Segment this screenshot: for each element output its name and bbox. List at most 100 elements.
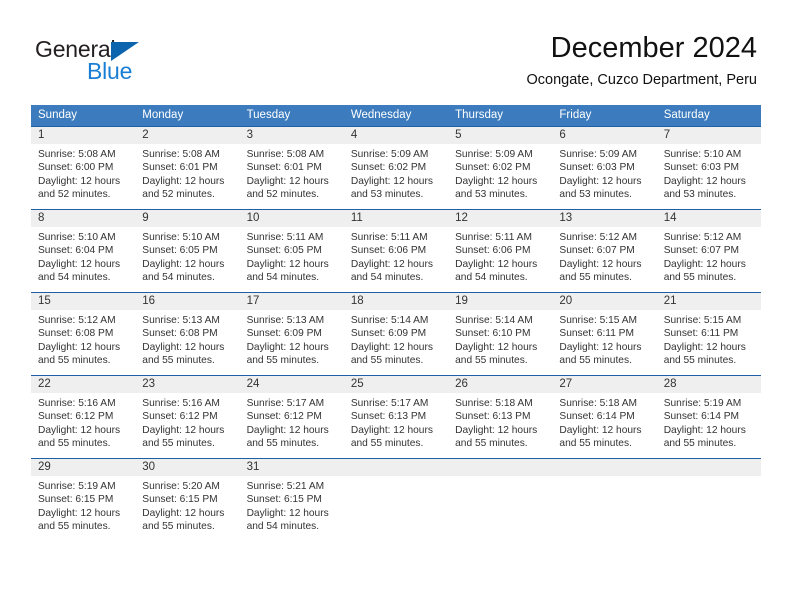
sunrise-text: Sunrise: 5:17 AM xyxy=(246,398,325,409)
calendar-day-cell[interactable]: 17 Sunrise: 5:13 AM Sunset: 6:09 PM Dayligh… xyxy=(239,292,344,376)
day-number: 27 xyxy=(552,376,657,393)
calendar-cell-inner: 9 Sunrise: 5:10 AM Sunset: 6:05 PM Daylight… xyxy=(135,210,240,292)
daylight-text: Daylight: 12 hours and 55 minutes. xyxy=(663,341,746,367)
day-number: 30 xyxy=(135,459,240,476)
day-number: 15 xyxy=(31,293,136,310)
calendar-day-cell[interactable]: 27 Sunrise: 5:18 AM Sunset: 6:14 PM Dayligh… xyxy=(552,375,657,459)
day-number: 22 xyxy=(31,376,136,393)
day-details: Sunrise: 5:10 AM Sunset: 6:04 PM Daylight:… xyxy=(31,227,135,285)
day-details: Sunrise: 5:09 AM Sunset: 6:02 PM Daylight:… xyxy=(448,144,552,202)
calendar-day-cell[interactable]: 20 Sunrise: 5:15 AM Sunset: 6:11 PM Dayligh… xyxy=(552,292,657,376)
day-number: 28 xyxy=(656,376,761,393)
sunset-text: Sunset: 6:14 PM xyxy=(663,411,740,423)
calendar-day-cell[interactable]: 6 Sunrise: 5:09 AM Sunset: 6:03 PM Daylight… xyxy=(552,126,657,210)
calendar-cell-inner: 7 Sunrise: 5:10 AM Sunset: 6:03 PM Daylight… xyxy=(656,127,761,209)
calendar-day-cell[interactable]: 25 Sunrise: 5:17 AM Sunset: 6:13 PM Dayligh… xyxy=(343,375,449,459)
calendar-cell-inner: 26 Sunrise: 5:18 AM Sunset: 6:13 PM Dayligh… xyxy=(448,376,553,458)
sunrise-text: Sunrise: 5:11 AM xyxy=(455,232,532,243)
day-details: Sunrise: 5:17 AM Sunset: 6:13 PM Daylight:… xyxy=(344,393,448,451)
calendar-day-cell[interactable]: 22 Sunrise: 5:16 AM Sunset: 6:12 PM Dayligh… xyxy=(31,375,136,459)
calendar-day-cell[interactable]: 16 Sunrise: 5:13 AM Sunset: 6:08 PM Dayligh… xyxy=(135,292,240,376)
sunset-text: Sunset: 6:10 PM xyxy=(455,328,531,340)
sunrise-text: Sunrise: 5:17 AM xyxy=(350,398,429,409)
calendar-day-cell[interactable]: 13 Sunrise: 5:12 AM Sunset: 6:07 PM Dayligh… xyxy=(552,209,657,293)
calendar-day-cell[interactable]: 18 Sunrise: 5:14 AM Sunset: 6:09 PM Dayligh… xyxy=(343,292,449,376)
daylight-text: Daylight: 12 hours and 55 minutes. xyxy=(350,424,433,450)
day-number: 31 xyxy=(239,459,344,476)
daylight-text: Daylight: 12 hours and 54 minutes. xyxy=(142,258,225,284)
sunrise-text: Sunrise: 5:09 AM xyxy=(455,149,533,160)
daylight-text: Daylight: 12 hours and 55 minutes. xyxy=(559,341,642,367)
day-details: Sunrise: 5:08 AM Sunset: 6:01 PM Daylight:… xyxy=(240,144,344,202)
daylight-text: Daylight: 12 hours and 54 minutes. xyxy=(350,258,433,284)
calendar-day-cell[interactable]: 10 Sunrise: 5:11 AM Sunset: 6:05 PM Dayligh… xyxy=(239,209,344,293)
weekday-header-wednesday: Wednesday xyxy=(343,105,449,127)
calendar-cell-inner xyxy=(343,459,449,541)
calendar-day-cell[interactable]: 26 Sunrise: 5:18 AM Sunset: 6:13 PM Dayligh… xyxy=(448,375,553,459)
day-number: 9 xyxy=(135,210,240,227)
page-header: General Blue December 2024 Ocongate, Cuz… xyxy=(0,0,792,100)
day-details: Sunrise: 5:10 AM Sunset: 6:03 PM Daylight:… xyxy=(657,144,761,202)
daylight-text: Daylight: 12 hours and 54 minutes. xyxy=(246,258,329,284)
day-number: 29 xyxy=(31,459,136,476)
calendar-day-cell[interactable]: 14 Sunrise: 5:12 AM Sunset: 6:07 PM Dayligh… xyxy=(656,209,761,293)
calendar-day-cell[interactable]: 4 Sunrise: 5:09 AM Sunset: 6:02 PM Daylight… xyxy=(343,126,449,210)
calendar-day-cell[interactable]: 30 Sunrise: 5:20 AM Sunset: 6:15 PM Dayligh… xyxy=(135,458,240,541)
calendar-day-cell[interactable]: 29 Sunrise: 5:19 AM Sunset: 6:15 PM Dayligh… xyxy=(31,458,136,541)
day-details: Sunrise: 5:09 AM Sunset: 6:02 PM Daylight:… xyxy=(344,144,448,202)
sunset-text: Sunset: 6:09 PM xyxy=(246,328,322,340)
weekday-header-tuesday: Tuesday xyxy=(239,105,344,127)
day-details: Sunrise: 5:18 AM Sunset: 6:14 PM Daylight:… xyxy=(552,393,656,451)
daylight-text: Daylight: 12 hours and 54 minutes. xyxy=(38,258,121,284)
day-number: 5 xyxy=(448,127,553,144)
weekday-header-monday: Monday xyxy=(135,105,240,127)
calendar-cell-inner: 20 Sunrise: 5:15 AM Sunset: 6:11 PM Dayligh… xyxy=(552,293,657,375)
daylight-text: Daylight: 12 hours and 52 minutes. xyxy=(246,175,329,201)
daylight-text: Daylight: 12 hours and 55 minutes. xyxy=(350,341,433,367)
calendar-day-cell[interactable]: 19 Sunrise: 5:14 AM Sunset: 6:10 PM Dayligh… xyxy=(448,292,553,376)
sunrise-text: Sunrise: 5:08 AM xyxy=(38,149,116,160)
calendar-day-cell[interactable]: 24 Sunrise: 5:17 AM Sunset: 6:12 PM Dayligh… xyxy=(239,375,344,459)
calendar-day-cell[interactable]: 5 Sunrise: 5:09 AM Sunset: 6:02 PM Daylight… xyxy=(448,126,553,210)
calendar-cell-empty xyxy=(656,458,761,541)
calendar-day-cell[interactable]: 2 Sunrise: 5:08 AM Sunset: 6:01 PM Daylight… xyxy=(135,126,240,210)
calendar-day-cell[interactable]: 8 Sunrise: 5:10 AM Sunset: 6:04 PM Daylight… xyxy=(31,209,136,293)
calendar-cell-inner: 15 Sunrise: 5:12 AM Sunset: 6:08 PM Dayligh… xyxy=(31,293,136,375)
calendar-day-cell[interactable]: 21 Sunrise: 5:15 AM Sunset: 6:11 PM Dayligh… xyxy=(656,292,761,376)
calendar-day-cell[interactable]: 11 Sunrise: 5:11 AM Sunset: 6:06 PM Dayligh… xyxy=(343,209,449,293)
calendar-day-cell[interactable]: 7 Sunrise: 5:10 AM Sunset: 6:03 PM Daylight… xyxy=(656,126,761,210)
sunrise-text: Sunrise: 5:15 AM xyxy=(663,315,742,326)
day-number: 23 xyxy=(135,376,240,393)
day-details: Sunrise: 5:12 AM Sunset: 6:08 PM Daylight:… xyxy=(31,310,135,368)
sunrise-text: Sunrise: 5:19 AM xyxy=(38,481,116,492)
sunset-text: Sunset: 6:04 PM xyxy=(38,245,114,257)
daylight-text: Daylight: 12 hours and 52 minutes. xyxy=(38,175,121,201)
calendar-week-row: 1 Sunrise: 5:08 AM Sunset: 6:00 PM Daylight… xyxy=(31,126,761,210)
calendar-day-cell[interactable]: 1 Sunrise: 5:08 AM Sunset: 6:00 PM Daylight… xyxy=(31,126,136,210)
calendar-cell-inner: 6 Sunrise: 5:09 AM Sunset: 6:03 PM Daylight… xyxy=(552,127,657,209)
day-details: Sunrise: 5:11 AM Sunset: 6:06 PM Daylight:… xyxy=(448,227,552,285)
calendar-cell-inner: 13 Sunrise: 5:12 AM Sunset: 6:07 PM Dayligh… xyxy=(552,210,657,292)
calendar-day-cell[interactable]: 9 Sunrise: 5:10 AM Sunset: 6:05 PM Daylight… xyxy=(135,209,240,293)
sunset-text: Sunset: 6:05 PM xyxy=(246,245,322,257)
sunset-text: Sunset: 6:01 PM xyxy=(142,162,218,174)
calendar-day-cell[interactable]: 28 Sunrise: 5:19 AM Sunset: 6:14 PM Dayligh… xyxy=(656,375,761,459)
sunrise-text: Sunrise: 5:18 AM xyxy=(455,398,533,409)
calendar-cell-empty xyxy=(343,458,449,541)
general-blue-logo[interactable]: General Blue xyxy=(35,36,235,86)
day-details: Sunrise: 5:08 AM Sunset: 6:01 PM Daylight:… xyxy=(135,144,239,202)
calendar-day-cell[interactable]: 12 Sunrise: 5:11 AM Sunset: 6:06 PM Dayligh… xyxy=(448,209,553,293)
calendar-cell-inner: 19 Sunrise: 5:14 AM Sunset: 6:10 PM Dayligh… xyxy=(448,293,553,375)
day-number: 7 xyxy=(656,127,761,144)
day-number: 25 xyxy=(343,376,449,393)
day-details: Sunrise: 5:10 AM Sunset: 6:05 PM Daylight:… xyxy=(135,227,239,285)
day-number: 8 xyxy=(31,210,136,227)
calendar-day-cell[interactable]: 23 Sunrise: 5:16 AM Sunset: 6:12 PM Dayligh… xyxy=(135,375,240,459)
sunrise-text: Sunrise: 5:18 AM xyxy=(559,398,637,409)
calendar-day-cell[interactable]: 31 Sunrise: 5:21 AM Sunset: 6:15 PM Dayligh… xyxy=(239,458,344,541)
calendar-day-cell[interactable]: 15 Sunrise: 5:12 AM Sunset: 6:08 PM Dayligh… xyxy=(31,292,136,376)
calendar-day-cell[interactable]: 3 Sunrise: 5:08 AM Sunset: 6:01 PM Daylight… xyxy=(239,126,344,210)
daylight-text: Daylight: 12 hours and 55 minutes. xyxy=(38,341,121,367)
sunset-text: Sunset: 6:11 PM xyxy=(559,328,634,340)
calendar-cell-inner: 17 Sunrise: 5:13 AM Sunset: 6:09 PM Dayligh… xyxy=(239,293,344,375)
